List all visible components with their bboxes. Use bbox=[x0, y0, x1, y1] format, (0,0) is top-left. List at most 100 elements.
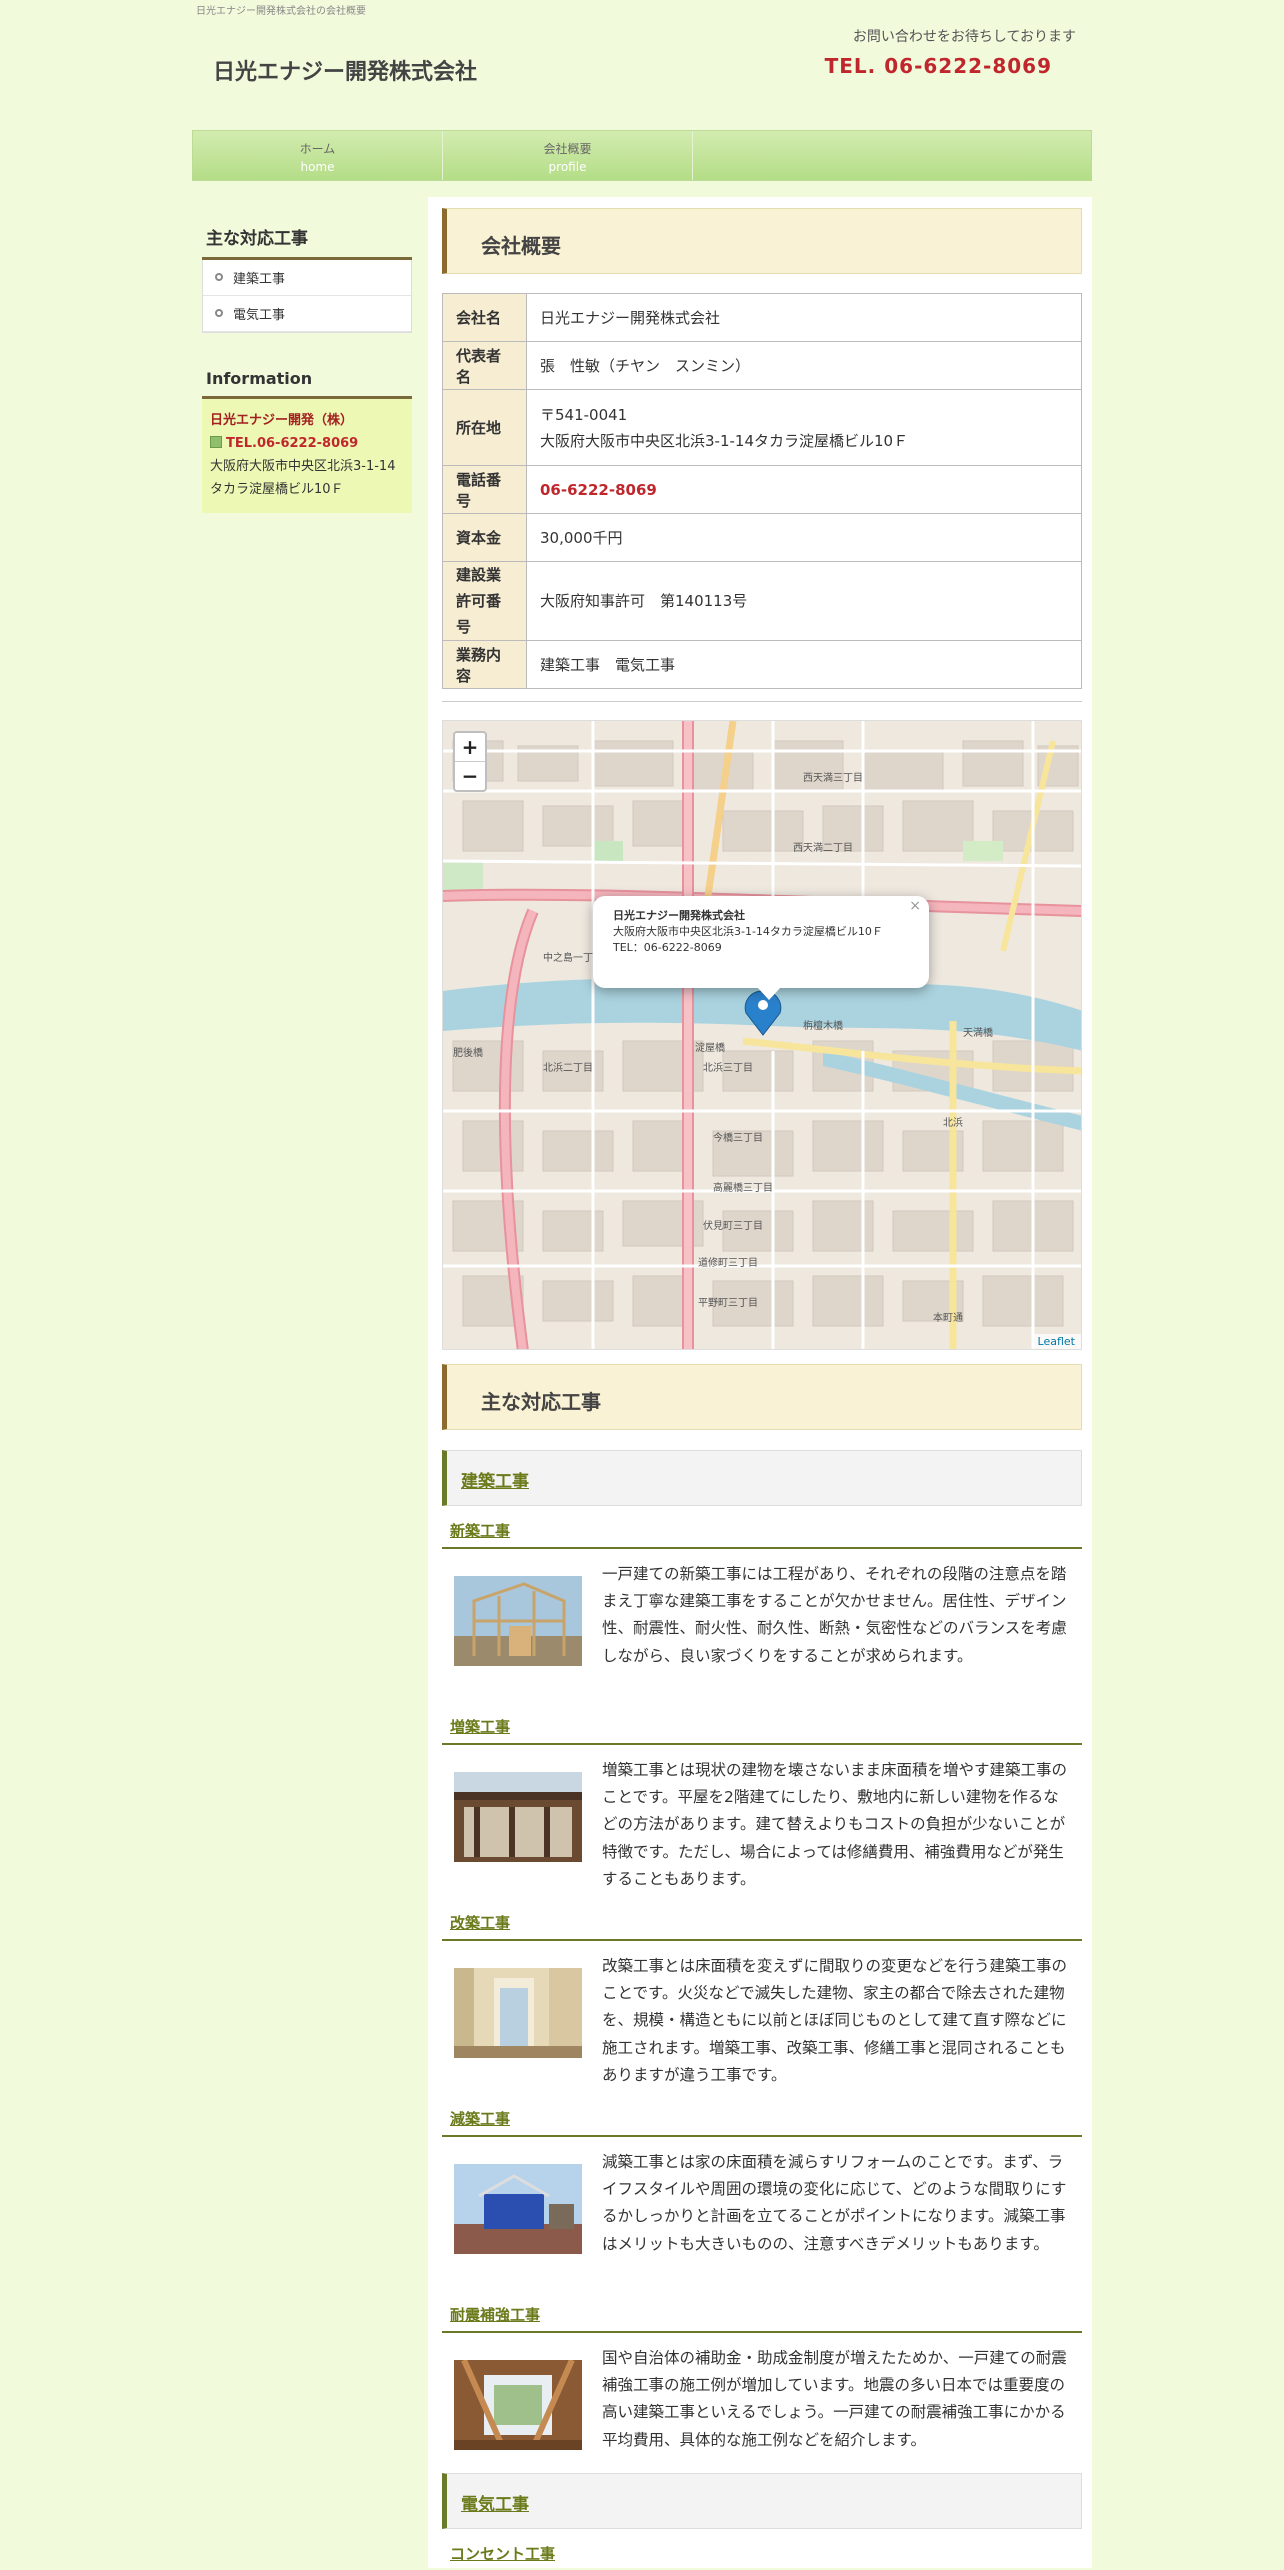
site-tagline: 日光エナジー開発株式会社の会社概要 bbox=[196, 6, 366, 17]
profile-label: 業務内容 bbox=[442, 640, 527, 689]
work-description: 増築工事とは現状の建物を壊さないまま床面積を増やす建築工事のことです。平屋を2階… bbox=[602, 1761, 1068, 1888]
info-tel-text: TEL.06-6222-8069 bbox=[226, 436, 359, 451]
work-description: 改築工事とは床面積を変えずに間取りの変更などを行う建築工事のことです。火災などで… bbox=[602, 1957, 1068, 2084]
category-heading-construction: 建築工事 bbox=[442, 1450, 1082, 1506]
postal-code: 〒541-0041 bbox=[540, 405, 628, 424]
map-label: 西天満三丁目 bbox=[803, 772, 863, 784]
company-profile-table: 会社名 日光エナジー開発株式会社 代表者名 張 性敏（チヤン スンミン） 所在地… bbox=[442, 293, 1082, 689]
work-title-link[interactable]: 改築工事 bbox=[450, 1914, 510, 1932]
work-title-link[interactable]: 新築工事 bbox=[450, 1522, 510, 1540]
address: 大阪府大阪市中央区北浜3-1-14タカラ淀屋橋ビル10Ｆ bbox=[540, 431, 909, 450]
profile-value: 大阪府知事許可 第140113号 bbox=[526, 561, 1082, 641]
profile-value[interactable]: 06-6222-8069 bbox=[526, 465, 1082, 514]
map-label: 道修町三丁目 bbox=[698, 1256, 758, 1269]
sidebar-info-title: Information bbox=[202, 363, 412, 399]
popup-title: 日光エナジー開発株式会社 bbox=[613, 909, 745, 922]
work-title-link[interactable]: 増築工事 bbox=[450, 1718, 510, 1736]
info-company: 日光エナジー開発（株） bbox=[210, 413, 354, 428]
map-attribution[interactable]: Leaflet bbox=[1031, 1334, 1081, 1349]
work-photo-reduction bbox=[454, 2164, 582, 2254]
works-heading: 主な対応工事 bbox=[442, 1364, 1082, 1430]
profile-value: 張 性敏（チヤン スンミン） bbox=[526, 341, 1082, 390]
work-description: 減築工事とは家の床面積を減らすリフォームのことです。まず、ライフスタイルや周囲の… bbox=[602, 2153, 1067, 2253]
map-tiles: 北浜二丁目 北浜三丁目 今橋三丁目 高麗橋三丁目 伏見町三丁目 道修町三丁目 平… bbox=[443, 721, 1081, 1349]
divider bbox=[442, 701, 1082, 702]
work-title-link[interactable]: 減築工事 bbox=[450, 2110, 510, 2128]
map-label: 高麗橋三丁目 bbox=[713, 1181, 773, 1194]
nav-label: ホーム bbox=[299, 142, 336, 156]
map-label: 平野町三丁目 bbox=[698, 1297, 758, 1309]
sidebar-item-construction[interactable]: 建築工事 bbox=[203, 260, 411, 296]
page-title: 会社概要 bbox=[442, 208, 1082, 274]
map-label: 栴檀木橋 bbox=[803, 1019, 843, 1032]
map-label: 肥後橋 bbox=[453, 1046, 483, 1059]
zoom-in-button[interactable]: + bbox=[455, 733, 485, 761]
table-row: 所在地 〒541-0041 大阪府大阪市中央区北浜3-1-14タカラ淀屋橋ビル1… bbox=[442, 389, 1082, 466]
table-row: 電話番号 06-6222-8069 bbox=[442, 465, 1082, 514]
table-row: 代表者名 張 性敏（チヤン スンミン） bbox=[442, 341, 1082, 390]
sidebar-item-electrical[interactable]: 電気工事 bbox=[203, 296, 411, 332]
header-tel[interactable]: TEL. 06-6222-8069 bbox=[825, 54, 1052, 78]
profile-value: 日光エナジー開発株式会社 bbox=[526, 293, 1082, 342]
nav-sublabel: home bbox=[300, 160, 335, 174]
sidebar-item-label: 建築工事 bbox=[233, 272, 286, 287]
close-icon[interactable]: × bbox=[909, 898, 921, 914]
map-zoom-control: + − bbox=[453, 731, 487, 792]
info-tel[interactable]: TEL.06-6222-8069 bbox=[210, 432, 404, 455]
map-label: 伏見町三丁目 bbox=[703, 1219, 763, 1232]
table-row: 建設業許可番号 大阪府知事許可 第140113号 bbox=[442, 561, 1082, 641]
map-label: 北浜三丁目 bbox=[703, 1062, 753, 1074]
profile-label: 所在地 bbox=[442, 389, 527, 466]
work-description: 国や自治体の補助金・助成金制度が増えたためか、一戸建ての耐震補強工事の施工例が増… bbox=[602, 2349, 1067, 2449]
profile-label: 代表者名 bbox=[442, 341, 527, 390]
work-title-outlet: コンセント工事 bbox=[442, 2543, 1082, 2570]
nav-item-profile[interactable]: 会社概要 profile bbox=[443, 131, 693, 180]
work-title-rebuild: 改築工事 bbox=[442, 1912, 1082, 1941]
profile-label: 会社名 bbox=[442, 293, 527, 342]
info-address: 大阪府大阪市中央区北浜3-1-14 bbox=[210, 459, 396, 474]
work-title-link[interactable]: 耐震補強工事 bbox=[450, 2306, 540, 2324]
site-logo[interactable]: 日光エナジー開発株式会社 bbox=[213, 54, 477, 86]
sidebar-item-label: 電気工事 bbox=[233, 308, 286, 323]
nav-item-home[interactable]: ホーム home bbox=[193, 131, 443, 180]
map-label: 淀屋橋 bbox=[695, 1041, 725, 1054]
table-row: 業務内容 建築工事 電気工事 bbox=[442, 640, 1082, 689]
map-label: 本町通 bbox=[933, 1311, 963, 1324]
sidebar: 主な対応工事 建築工事 電気工事 Information 日光エナジー開発（株）… bbox=[202, 218, 412, 513]
category-heading-electrical: 電気工事 bbox=[442, 2473, 1082, 2529]
map[interactable]: 北浜二丁目 北浜三丁目 今橋三丁目 高麗橋三丁目 伏見町三丁目 道修町三丁目 平… bbox=[442, 720, 1082, 1350]
sidebar-menu: 建築工事 電気工事 bbox=[202, 260, 412, 333]
popup-tip bbox=[757, 987, 781, 1000]
map-label: 北浜 bbox=[943, 1117, 963, 1129]
main-content: 会社概要 会社名 日光エナジー開発株式会社 代表者名 張 性敏（チヤン スンミン… bbox=[428, 197, 1092, 2568]
phone-number[interactable]: 06-6222-8069 bbox=[540, 481, 657, 499]
map-popup: × 日光エナジー開発株式会社 大阪府大阪市中央区北浜3-1-14タカラ淀屋橋ビル… bbox=[593, 896, 929, 988]
zoom-out-button[interactable]: − bbox=[455, 761, 485, 790]
sidebar-menu-title: 主な対応工事 bbox=[202, 218, 412, 260]
work-photo-seismic bbox=[454, 2360, 582, 2450]
popup-tel: TEL：06-6222-8069 bbox=[613, 941, 722, 954]
nav-label: 会社概要 bbox=[543, 142, 592, 156]
work-title-seismic: 耐震補強工事 bbox=[442, 2304, 1082, 2333]
map-label: 西天満二丁目 bbox=[793, 842, 853, 854]
circle-bullet-icon bbox=[215, 273, 223, 281]
map-label: 天満橋 bbox=[963, 1026, 993, 1039]
work-description: 一戸建ての新築工事には工程があり、それぞれの段階の注意点を踏まえ丁寧な建築工事を… bbox=[602, 1565, 1067, 1665]
map-label: 北浜二丁目 bbox=[543, 1062, 593, 1074]
profile-value: 建築工事 電気工事 bbox=[526, 640, 1082, 689]
profile-label: 資本金 bbox=[442, 513, 527, 562]
work-title-link[interactable]: コンセント工事 bbox=[450, 2545, 555, 2563]
profile-label: 建設業許可番号 bbox=[442, 561, 527, 641]
phone-icon bbox=[210, 436, 222, 448]
circle-bullet-icon bbox=[215, 309, 223, 317]
table-row: 資本金 30,000千円 bbox=[442, 513, 1082, 562]
profile-value: 30,000千円 bbox=[526, 513, 1082, 562]
profile-value: 〒541-0041 大阪府大阪市中央区北浜3-1-14タカラ淀屋橋ビル10Ｆ bbox=[526, 389, 1082, 466]
nav-sublabel: profile bbox=[548, 160, 587, 174]
map-label: 今橋三丁目 bbox=[713, 1131, 763, 1144]
info-building: タカラ淀屋橋ビル10Ｆ bbox=[210, 482, 344, 497]
category-link[interactable]: 建築工事 bbox=[461, 1472, 529, 1492]
table-row: 会社名 日光エナジー開発株式会社 bbox=[442, 293, 1082, 342]
work-photo-new bbox=[454, 1576, 582, 1666]
category-link[interactable]: 電気工事 bbox=[461, 2495, 529, 2515]
